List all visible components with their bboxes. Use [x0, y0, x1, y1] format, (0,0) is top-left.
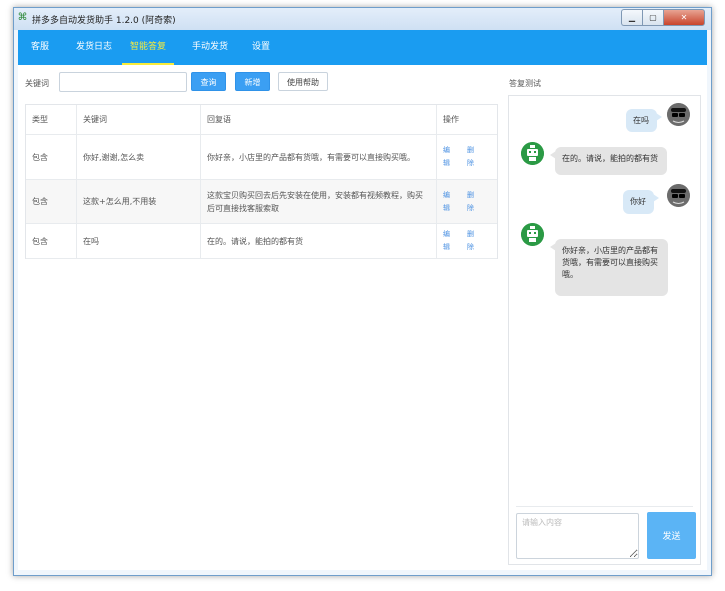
close-icon: ✕: [680, 13, 688, 22]
row-type: 包含: [32, 197, 48, 206]
row-actions: 编辑 删除: [436, 180, 497, 223]
bot-avatar-icon: [521, 142, 544, 165]
edit-link[interactable]: 编辑: [443, 144, 455, 170]
maximize-button[interactable]: ▢: [642, 9, 663, 26]
send-button[interactable]: 发送: [647, 512, 696, 559]
user-avatar: [667, 103, 690, 126]
row-reply: 这款宝贝购买回去后先安装在使用，安装都有视频教程，购买后可直接找客服索取: [200, 180, 436, 223]
header-actions: 操作: [436, 105, 497, 134]
maximize-icon: ▢: [649, 13, 657, 22]
minimize-icon: ▁: [628, 13, 636, 22]
delete-link[interactable]: 删除: [467, 144, 479, 170]
main-content: 客服 发货日志 智能答复 手动发货 设置 关键词 查询 新增 使用帮助 类型 关…: [18, 30, 707, 570]
user-avatar: [667, 184, 690, 207]
bot-avatar: [521, 223, 544, 246]
row-reply: 在的。请说，能拍的都有货: [200, 224, 436, 258]
app-icon: ⌘: [17, 12, 28, 23]
header-keyword: 关键词: [76, 105, 200, 134]
row-keyword: 这款+怎么用,不用装: [76, 180, 200, 223]
row-reply: 你好亲，小店里的产品都有货哦，有需要可以直接购买哦。: [200, 135, 436, 179]
edit-link[interactable]: 编辑: [443, 189, 455, 215]
query-button[interactable]: 查询: [191, 72, 226, 91]
delete-link[interactable]: 删除: [467, 189, 479, 215]
chat-divider: [516, 506, 693, 507]
row-keyword: 你好,谢谢,怎么卖: [76, 135, 200, 179]
table-row: 包含 这款+怎么用,不用装 这款宝贝购买回去后先安装在使用，安装都有视频教程，购…: [26, 180, 497, 224]
nav-tab-smart-reply[interactable]: 智能答复: [122, 30, 174, 65]
nav-tab-customer-service[interactable]: 客服: [22, 30, 58, 65]
reply-test-title: 答复测试: [509, 79, 541, 88]
header-reply: 回复语: [200, 105, 436, 134]
nav-tab-shipping-log[interactable]: 发货日志: [68, 30, 120, 65]
table-header-row: 类型 关键词 回复语 操作: [26, 105, 497, 135]
table-row: 包含 你好,谢谢,怎么卖 你好亲，小店里的产品都有货哦，有需要可以直接购买哦。 …: [26, 135, 497, 180]
chat-input[interactable]: [516, 513, 639, 559]
row-type: 包含: [32, 152, 48, 162]
keyword-label: 关键词: [25, 79, 49, 88]
window-title: 拼多多自动发货助手 1.2.0 (阿奇索): [32, 16, 176, 26]
help-button[interactable]: 使用帮助: [278, 72, 328, 91]
add-button[interactable]: 新增: [235, 72, 270, 91]
chat-message-bot: 在的。请说，能拍的都有货: [550, 147, 667, 175]
row-type: 包含: [32, 236, 48, 246]
user-avatar-icon: [667, 103, 690, 126]
title-bar[interactable]: ⌘ 拼多多自动发货助手 1.2.0 (阿奇索) ▁ ▢ ✕: [14, 8, 711, 30]
table-row: 包含 在吗 在的。请说，能拍的都有货 编辑 删除: [26, 224, 497, 259]
row-keyword: 在吗: [76, 224, 200, 258]
chat-messages[interactable]: 在吗 在的。请说，能拍的都有货 你好 你好亲，小店里的产品都有货哦，有需要可以直…: [509, 96, 700, 506]
nav-tab-settings[interactable]: 设置: [245, 30, 277, 65]
nav-tab-manual-shipping[interactable]: 手动发货: [184, 30, 236, 65]
app-window: ⌘ 拼多多自动发货助手 1.2.0 (阿奇索) ▁ ▢ ✕ 客服 发货日志 智能…: [13, 7, 712, 576]
chat-message-user: 在吗: [626, 109, 662, 132]
reply-test-panel: 在吗 在的。请说，能拍的都有货 你好 你好亲，小店里的产品都有货哦，有需要可以直…: [508, 95, 701, 565]
minimize-button[interactable]: ▁: [621, 9, 642, 26]
close-button[interactable]: ✕: [663, 9, 705, 26]
keyword-input[interactable]: [59, 72, 187, 92]
row-actions: 编辑 删除: [436, 224, 497, 258]
edit-link[interactable]: 编辑: [443, 228, 455, 254]
reply-rules-table: 类型 关键词 回复语 操作 包含 你好,谢谢,怎么卖 你好亲，小店里的产品都有货…: [25, 104, 498, 259]
bot-avatar-icon: [521, 223, 544, 246]
chat-message-user: 你好: [623, 190, 659, 214]
top-nav: 客服 发货日志 智能答复 手动发货 设置: [18, 30, 707, 65]
delete-link[interactable]: 删除: [467, 228, 479, 254]
header-type: 类型: [32, 115, 48, 124]
row-actions: 编辑 删除: [436, 135, 497, 179]
bot-avatar: [521, 142, 544, 165]
user-avatar-icon: [667, 184, 690, 207]
chat-message-bot: 你好亲，小店里的产品都有货哦，有需要可以直接购买哦。: [550, 239, 668, 296]
window-controls: ▁ ▢ ✕: [621, 9, 705, 26]
